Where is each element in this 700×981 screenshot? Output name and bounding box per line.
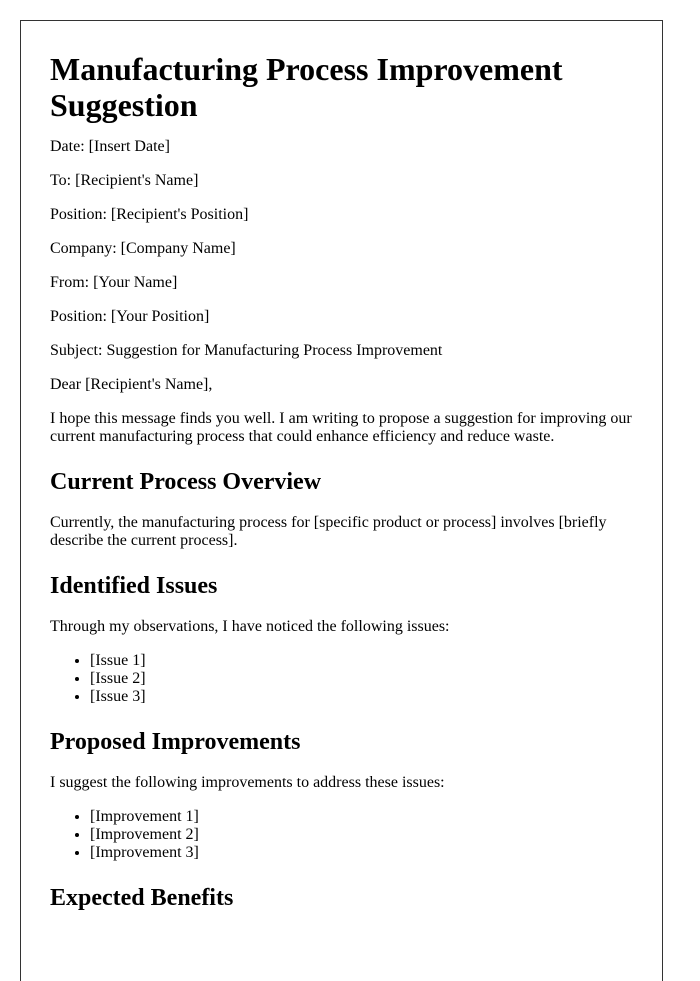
field-label: To: — [50, 172, 72, 189]
recipient-position-line: Position: [Recipient's Position] — [50, 206, 633, 224]
list-item: [Issue 2] — [90, 670, 633, 688]
issues-list: [Issue 1] [Issue 2] [Issue 3] — [50, 652, 633, 706]
field-value: Suggestion for Manufacturing Process Imp… — [106, 342, 443, 359]
field-label: From: — [50, 274, 90, 291]
section-heading-proposed-improvements: Proposed Improvements — [50, 729, 301, 755]
subject-line: Subject: Suggestion for Manufacturing Pr… — [50, 342, 633, 360]
field-label: Position: — [50, 308, 107, 325]
letter-container: Manufacturing Process Improvement Sugges… — [20, 20, 663, 981]
date-line: Date: [Insert Date] — [50, 138, 633, 156]
improvements-intro-paragraph: I suggest the following improvements to … — [50, 774, 445, 791]
issues-intro-paragraph: Through my observations, I have noticed … — [50, 618, 450, 635]
field-value: [Insert Date] — [88, 138, 170, 155]
sender-position-line: Position: [Your Position] — [50, 308, 633, 326]
list-item: [Improvement 3] — [90, 844, 633, 862]
list-item: [Improvement 2] — [90, 826, 633, 844]
field-value: [Your Name] — [93, 274, 178, 291]
to-line: To: [Recipient's Name] — [50, 172, 633, 190]
field-label: Subject: — [50, 342, 103, 359]
list-item: [Issue 1] — [90, 652, 633, 670]
improvements-list: [Improvement 1] [Improvement 2] [Improve… — [50, 808, 633, 862]
intro-paragraph: I hope this message finds you well. I am… — [50, 410, 632, 445]
field-value: [Recipient's Position] — [110, 206, 249, 223]
field-label: Company: — [50, 240, 117, 257]
field-value: [Recipient's Name] — [75, 172, 199, 189]
section-heading-expected-benefits: Expected Benefits — [50, 885, 234, 911]
current-process-paragraph: Currently, the manufacturing process for… — [50, 514, 607, 549]
field-label: Date: — [50, 138, 85, 155]
from-line: From: [Your Name] — [50, 274, 633, 292]
section-heading-current-process: Current Process Overview — [50, 469, 322, 495]
page-title: Manufacturing Process Improvement Sugges… — [50, 51, 563, 123]
field-value: [Company Name] — [120, 240, 236, 257]
company-line: Company: [Company Name] — [50, 240, 633, 258]
section-heading-identified-issues: Identified Issues — [50, 573, 218, 599]
list-item: [Improvement 1] — [90, 808, 633, 826]
field-value: [Your Position] — [110, 308, 210, 325]
salutation: Dear [Recipient's Name], — [50, 376, 213, 393]
list-item: [Issue 3] — [90, 688, 633, 706]
field-label: Position: — [50, 206, 107, 223]
